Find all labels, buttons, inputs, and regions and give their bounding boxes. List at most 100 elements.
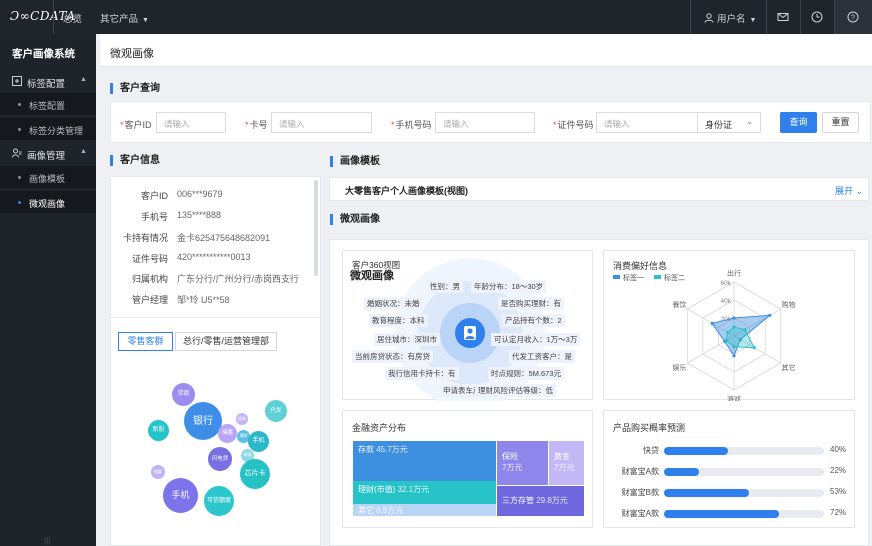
cell-name: 保险 [502,452,518,461]
profile-tag: 我行信用卡持卡：有 [385,367,459,380]
forecast-row: 财富宝A款 22% [604,465,864,477]
probability-value: 53% [830,487,847,496]
bubble-tag[interactable]: 储蓄 [151,465,165,479]
bubble-tag[interactable]: 债券 [236,413,248,425]
scrollbar[interactable] [314,180,318,276]
progress-track [664,510,824,518]
bubble-tag[interactable]: 芯片卡 [240,459,270,489]
progress-track [664,447,824,455]
bubble-tag[interactable]: 储蓄 [218,424,237,443]
sidebar-item-tag-category[interactable]: 标签分类管理 [0,118,96,140]
treemap-cell[interactable]: 其它 6.8万元 [353,504,496,516]
card-no-input[interactable]: 请输入 [271,112,372,133]
bubble-tag[interactable]: 新股 [148,420,169,441]
bubble-tag[interactable]: 手机 [248,431,269,452]
bubble-tag[interactable]: 闪电贷 [208,447,232,471]
product-name: 财富宝A款 [621,509,659,518]
clock-icon[interactable] [809,9,825,25]
chevron-double-down-icon: ⌄ [855,186,864,196]
phone-input[interactable]: 请输入 [435,112,535,133]
nav-overview[interactable]: 总览 [63,11,82,25]
tag-config-icon [12,76,22,86]
page-title: 微观画像 [110,48,154,60]
mail-icon[interactable] [775,9,791,25]
info-key: 手机号 [140,212,168,222]
section-title-micro: 微观画像 [330,214,380,225]
info-row: 手机号 135****888 [111,210,311,224]
forecast-row: 快贷 40% [604,444,864,456]
divider [53,0,54,34]
chevron-up-icon: ▲ [80,148,87,155]
sidebar-group-label: 画像管理 [27,151,66,162]
radar-tick-label: 60k [721,280,732,287]
profile-tag: 当前房贷状态：有房贷 [352,350,433,363]
id-type-select[interactable]: 身份证 ⌄ [697,112,761,133]
radar-axis-label: 购物 [782,300,796,309]
search-button[interactable]: 查询 [780,112,817,133]
product-name: 快贷 [643,446,659,455]
treemap-cell[interactable]: 保险 7万元 [497,441,548,485]
cell-name: 三方存管 [502,496,534,505]
customer-id-label: *客户ID [120,118,152,131]
sidebar-group-portrait-manage[interactable]: 画像管理 ▲ [0,142,96,164]
info-row: 客户ID 006***9679 [111,189,311,203]
radar-point [710,321,714,325]
reset-button[interactable]: 重置 [822,112,859,133]
treemap-cell[interactable]: 三方存管 29.8万元 [497,486,584,516]
sidebar-collapse-handle[interactable]: ||| [44,536,50,545]
bubble-tag[interactable]: 代发 [265,400,287,422]
section-title-template: 画像模板 [330,156,380,167]
chevron-down-icon: ▼ [749,17,757,24]
id-number-label-text: 证件号码 [557,120,594,130]
info-key: 管户经理 [131,295,168,305]
treemap-cell[interactable]: 黄金 7万元 [549,441,584,485]
cell-value: 32.1万元 [397,485,430,494]
treemap-cell[interactable]: 存款 45.7万元 [353,441,496,481]
customer-id-input[interactable]: 请输入 [156,112,226,133]
bubble-tag[interactable]: 可信额度 [204,486,234,516]
divider [111,317,320,318]
profile-tag: 可认定月收入：1万～3万 [491,333,581,346]
help-button[interactable]: ? [835,0,872,34]
bullet-dot [18,103,21,106]
card-purchase-forecast: 产品购买概率预测 快贷 40% 财富宝A款 22% 财富宝B款 53% 财富宝A款 72… [603,410,855,528]
avatar[interactable] [455,318,485,348]
info-key: 客户ID [140,191,168,201]
nav-other-products[interactable]: 其它产品 ▼ [100,11,149,25]
info-row: 归属机构 广东分行/广州分行/赤岗西支行 [111,272,311,286]
query-form: *客户ID 请输入 *卡号 请输入 *手机号码 请输入 *证件号码 请输入 身份… [110,101,871,143]
progress-track [664,468,824,476]
bubble-tag[interactable]: 手机 [163,478,198,513]
profile-tag: 是否购买理财：有 [498,297,564,310]
sidebar-group-tag-config[interactable]: 标签配置 ▲ [0,70,96,92]
probability-value: 72% [830,508,847,517]
radar-axis-label: 游戏 [727,395,741,402]
top-bar: Ɔ∞CDATA 总览 其它产品 ▼ 用户名 ▼ ? [0,0,872,34]
product-name: 财富宝A款 [621,467,659,476]
required-mark: * [120,120,124,130]
user-menu[interactable]: 用户名 ▼ [704,11,756,25]
info-value: 邹*玲 U5**58 [177,295,230,305]
tab-ops-dept[interactable]: 总行/零售/运营管理部 [175,332,277,351]
treemap-cell[interactable]: 理财(市值) 32.1万元 [353,481,496,504]
radar-axis-label: 其它 [782,363,796,372]
radar-point [743,328,747,332]
sidebar-item-micro-portrait[interactable]: 微观画像 [0,191,96,213]
info-key: 证件号码 [131,254,168,264]
nav-other-products-label: 其它产品 [100,14,139,25]
id-number-input[interactable]: 请输入 [596,112,698,133]
sidebar-item-portrait-template[interactable]: 画像模板 [0,166,96,188]
radar-axis-label: 娱乐 [672,363,686,372]
radar-point [732,354,736,358]
chevron-up-icon: ▲ [80,76,87,83]
sidebar-item-tag-config[interactable]: 标签配置 [0,93,96,115]
expand-label: 展开 [835,186,854,196]
bubble-tag[interactable]: 贷款 [172,383,195,406]
radar-point [724,338,728,343]
cell-value: 29.8万元 [536,496,568,505]
bubble-tag[interactable]: 银行 [184,402,222,440]
progress-fill [664,510,780,518]
tab-retail-group[interactable]: 零售客群 [118,332,173,351]
profile-tag: 性别：男 [427,280,463,293]
expand-button[interactable]: 展开 ⌄ [835,184,863,197]
